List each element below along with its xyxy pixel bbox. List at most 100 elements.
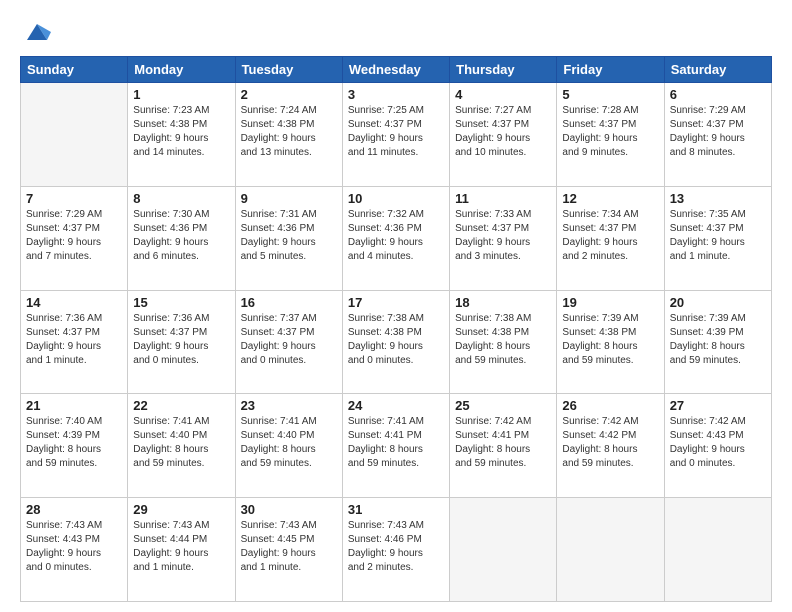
day-number: 8: [133, 191, 229, 206]
day-info: Sunrise: 7:29 AM Sunset: 4:37 PM Dayligh…: [26, 208, 122, 264]
day-number: 23: [241, 398, 337, 413]
calendar-cell: 22Sunrise: 7:41 AM Sunset: 4:40 PM Dayli…: [128, 394, 235, 498]
day-info: Sunrise: 7:38 AM Sunset: 4:38 PM Dayligh…: [348, 312, 444, 368]
calendar-cell: 10 Sunrise: 7:32 AM Sunset: 4:36 PM Dayli…: [342, 186, 449, 290]
calendar-cell: 11Sunrise: 7:33 AM Sunset: 4:37 PM Dayli…: [450, 186, 557, 290]
calendar-cell: 15Sunrise: 7:36 AM Sunset: 4:37 PM Dayli…: [128, 290, 235, 394]
calendar-cell: 8Sunrise: 7:30 AM Sunset: 4:36 PM Daylig…: [128, 186, 235, 290]
day-info: Sunrise: 7:27 AM Sunset: 4:37 PM Dayligh…: [455, 104, 551, 160]
day-number: 17: [348, 295, 444, 310]
calendar-week-4: 28 Sunrise: 7:43 AM Sunset: 4:43 PM Dayli…: [21, 498, 772, 602]
calendar-cell: 28 Sunrise: 7:43 AM Sunset: 4:43 PM Dayli…: [21, 498, 128, 602]
day-number: 3: [348, 87, 444, 102]
day-number: 28: [26, 502, 122, 517]
weekday-header-monday: Monday: [128, 57, 235, 83]
page: SundayMondayTuesdayWednesdayThursdayFrid…: [0, 0, 792, 612]
calendar-cell: 29Sunrise: 7:43 AM Sunset: 4:44 PM Dayli…: [128, 498, 235, 602]
calendar-cell: 23 Sunrise: 7:41 AM Sunset: 4:40 PM Dayli…: [235, 394, 342, 498]
day-info: Sunrise: 7:24 AM Sunset: 4:38 PM Dayligh…: [241, 104, 337, 160]
day-number: 5: [562, 87, 658, 102]
weekday-header-wednesday: Wednesday: [342, 57, 449, 83]
day-number: 30: [241, 502, 337, 517]
calendar-cell: 13 Sunrise: 7:35 AM Sunset: 4:37 PM Dayli…: [664, 186, 771, 290]
calendar-cell: [450, 498, 557, 602]
calendar-cell: 20 Sunrise: 7:39 AM Sunset: 4:39 PM Dayli…: [664, 290, 771, 394]
day-number: 6: [670, 87, 766, 102]
day-info: Sunrise: 7:39 AM Sunset: 4:39 PM Dayligh…: [670, 312, 766, 368]
day-number: 24: [348, 398, 444, 413]
day-number: 20: [670, 295, 766, 310]
calendar-cell: 14 Sunrise: 7:36 AM Sunset: 4:37 PM Dayli…: [21, 290, 128, 394]
day-number: 21: [26, 398, 122, 413]
day-info: Sunrise: 7:25 AM Sunset: 4:37 PM Dayligh…: [348, 104, 444, 160]
calendar-cell: 17 Sunrise: 7:38 AM Sunset: 4:38 PM Dayli…: [342, 290, 449, 394]
calendar-week-1: 7Sunrise: 7:29 AM Sunset: 4:37 PM Daylig…: [21, 186, 772, 290]
calendar-cell: [21, 83, 128, 187]
calendar-cell: 2 Sunrise: 7:24 AM Sunset: 4:38 PM Daylig…: [235, 83, 342, 187]
calendar-week-2: 14 Sunrise: 7:36 AM Sunset: 4:37 PM Dayli…: [21, 290, 772, 394]
weekday-header-friday: Friday: [557, 57, 664, 83]
day-info: Sunrise: 7:40 AM Sunset: 4:39 PM Dayligh…: [26, 415, 122, 471]
day-number: 14: [26, 295, 122, 310]
calendar-cell: 26 Sunrise: 7:42 AM Sunset: 4:42 PM Dayli…: [557, 394, 664, 498]
day-info: Sunrise: 7:36 AM Sunset: 4:37 PM Dayligh…: [26, 312, 122, 368]
calendar-table: SundayMondayTuesdayWednesdayThursdayFrid…: [20, 56, 772, 602]
day-number: 13: [670, 191, 766, 206]
day-info: Sunrise: 7:43 AM Sunset: 4:45 PM Dayligh…: [241, 519, 337, 575]
day-number: 19: [562, 295, 658, 310]
weekday-header-saturday: Saturday: [664, 57, 771, 83]
day-info: Sunrise: 7:33 AM Sunset: 4:37 PM Dayligh…: [455, 208, 551, 264]
calendar-week-3: 21 Sunrise: 7:40 AM Sunset: 4:39 PM Dayli…: [21, 394, 772, 498]
calendar-cell: 21 Sunrise: 7:40 AM Sunset: 4:39 PM Dayli…: [21, 394, 128, 498]
day-info: Sunrise: 7:41 AM Sunset: 4:40 PM Dayligh…: [133, 415, 229, 471]
weekday-header-thursday: Thursday: [450, 57, 557, 83]
calendar-cell: 25 Sunrise: 7:42 AM Sunset: 4:41 PM Dayli…: [450, 394, 557, 498]
calendar-cell: 30 Sunrise: 7:43 AM Sunset: 4:45 PM Dayli…: [235, 498, 342, 602]
day-number: 26: [562, 398, 658, 413]
day-number: 25: [455, 398, 551, 413]
day-info: Sunrise: 7:35 AM Sunset: 4:37 PM Dayligh…: [670, 208, 766, 264]
day-number: 1: [133, 87, 229, 102]
day-info: Sunrise: 7:32 AM Sunset: 4:36 PM Dayligh…: [348, 208, 444, 264]
calendar-cell: 16Sunrise: 7:37 AM Sunset: 4:37 PM Dayli…: [235, 290, 342, 394]
day-info: Sunrise: 7:38 AM Sunset: 4:38 PM Dayligh…: [455, 312, 551, 368]
calendar-cell: 24 Sunrise: 7:41 AM Sunset: 4:41 PM Dayli…: [342, 394, 449, 498]
day-info: Sunrise: 7:42 AM Sunset: 4:42 PM Dayligh…: [562, 415, 658, 471]
calendar-cell: 27Sunrise: 7:42 AM Sunset: 4:43 PM Dayli…: [664, 394, 771, 498]
calendar-cell: 12Sunrise: 7:34 AM Sunset: 4:37 PM Dayli…: [557, 186, 664, 290]
logo: [20, 18, 51, 46]
day-info: Sunrise: 7:39 AM Sunset: 4:38 PM Dayligh…: [562, 312, 658, 368]
logo-icon: [23, 18, 51, 46]
calendar-cell: 4Sunrise: 7:27 AM Sunset: 4:37 PM Daylig…: [450, 83, 557, 187]
day-number: 31: [348, 502, 444, 517]
day-info: Sunrise: 7:23 AM Sunset: 4:38 PM Dayligh…: [133, 104, 229, 160]
calendar-cell: 19 Sunrise: 7:39 AM Sunset: 4:38 PM Dayli…: [557, 290, 664, 394]
weekday-header-row: SundayMondayTuesdayWednesdayThursdayFrid…: [21, 57, 772, 83]
header: [20, 18, 772, 46]
day-info: Sunrise: 7:34 AM Sunset: 4:37 PM Dayligh…: [562, 208, 658, 264]
day-info: Sunrise: 7:28 AM Sunset: 4:37 PM Dayligh…: [562, 104, 658, 160]
day-info: Sunrise: 7:37 AM Sunset: 4:37 PM Dayligh…: [241, 312, 337, 368]
day-info: Sunrise: 7:41 AM Sunset: 4:41 PM Dayligh…: [348, 415, 444, 471]
calendar-cell: 18 Sunrise: 7:38 AM Sunset: 4:38 PM Dayli…: [450, 290, 557, 394]
day-info: Sunrise: 7:36 AM Sunset: 4:37 PM Dayligh…: [133, 312, 229, 368]
weekday-header-tuesday: Tuesday: [235, 57, 342, 83]
day-info: Sunrise: 7:43 AM Sunset: 4:46 PM Dayligh…: [348, 519, 444, 575]
day-number: 2: [241, 87, 337, 102]
day-info: Sunrise: 7:42 AM Sunset: 4:41 PM Dayligh…: [455, 415, 551, 471]
weekday-header-sunday: Sunday: [21, 57, 128, 83]
day-info: Sunrise: 7:43 AM Sunset: 4:43 PM Dayligh…: [26, 519, 122, 575]
calendar-cell: 3 Sunrise: 7:25 AM Sunset: 4:37 PM Daylig…: [342, 83, 449, 187]
day-number: 27: [670, 398, 766, 413]
calendar-cell: 1 Sunrise: 7:23 AM Sunset: 4:38 PM Daylig…: [128, 83, 235, 187]
calendar-cell: 6Sunrise: 7:29 AM Sunset: 4:37 PM Daylig…: [664, 83, 771, 187]
day-info: Sunrise: 7:31 AM Sunset: 4:36 PM Dayligh…: [241, 208, 337, 264]
calendar-cell: 31 Sunrise: 7:43 AM Sunset: 4:46 PM Dayli…: [342, 498, 449, 602]
calendar-cell: 5 Sunrise: 7:28 AM Sunset: 4:37 PM Daylig…: [557, 83, 664, 187]
day-number: 18: [455, 295, 551, 310]
day-number: 10: [348, 191, 444, 206]
calendar-cell: 9Sunrise: 7:31 AM Sunset: 4:36 PM Daylig…: [235, 186, 342, 290]
calendar-cell: 7Sunrise: 7:29 AM Sunset: 4:37 PM Daylig…: [21, 186, 128, 290]
day-info: Sunrise: 7:41 AM Sunset: 4:40 PM Dayligh…: [241, 415, 337, 471]
calendar-week-0: 1 Sunrise: 7:23 AM Sunset: 4:38 PM Daylig…: [21, 83, 772, 187]
